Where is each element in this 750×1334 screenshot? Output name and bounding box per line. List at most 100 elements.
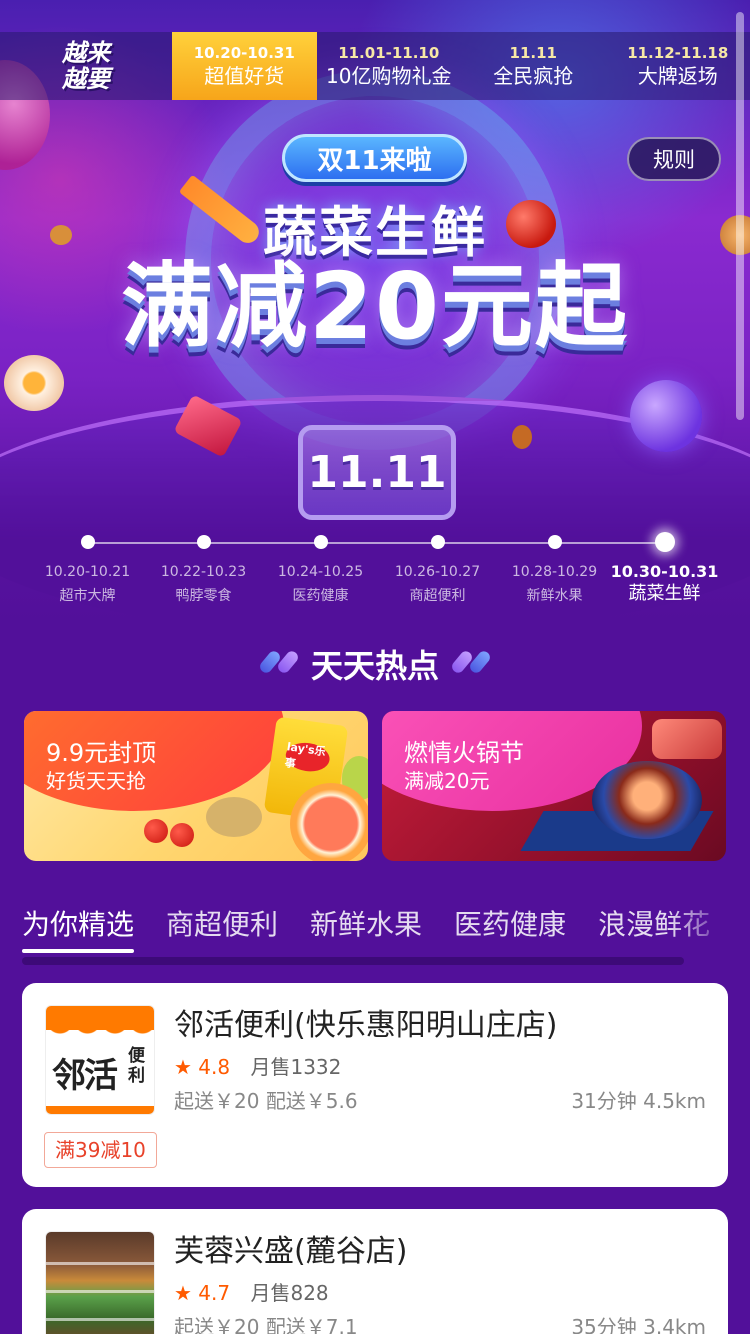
timeline-name: 新鲜水果: [526, 588, 583, 604]
delivery-fee: 配送￥7.1: [265, 1315, 358, 1334]
phase-tab-3[interactable]: 11.11 全民疯抢: [461, 32, 606, 100]
phase-name: 全民疯抢: [493, 64, 574, 88]
delivery-time: 31分钟: [571, 1089, 637, 1113]
timeline-item[interactable]: 10.26-10.27 商超便利: [375, 530, 500, 605]
purple-ball-decoration: [630, 380, 702, 452]
logo-text-side: 便利: [128, 1046, 145, 1086]
phase-tabs: 越来 越要 10.20-10.31 超值好货 11.01-11.10 10亿购物…: [0, 32, 750, 100]
phase-name: 10亿购物礼金: [326, 64, 452, 88]
phase-tab-1[interactable]: 10.20-10.31 超值好货: [172, 32, 317, 100]
timeline-item-active[interactable]: 10.30-10.31 蔬菜生鲜: [602, 530, 727, 603]
hot-section-header: 天天热点: [0, 640, 750, 688]
banner-headline: 满减20元起: [120, 253, 630, 360]
timeline-item[interactable]: 10.20-10.21 超市大牌: [25, 530, 150, 605]
timeline-date: 10.24-10.25: [277, 564, 364, 580]
promo-title: 燃情火锅节: [404, 739, 524, 767]
min-order: 起送￥20: [174, 1089, 260, 1113]
star-icon: ★: [174, 1281, 192, 1305]
timeline-dot: [654, 532, 675, 552]
potato-image: [206, 797, 262, 837]
grapefruit-image: [290, 783, 368, 861]
hotpot-image: [592, 761, 702, 839]
timeline-date: 10.20-10.21: [44, 564, 131, 580]
campaign-logo: 越来 越要: [0, 32, 172, 100]
delivery-time: 35分钟: [571, 1315, 637, 1334]
hot-section-title: 天天热点: [310, 647, 439, 685]
timeline-name: 医药健康: [292, 588, 349, 604]
promo-subtitle: 满减20元: [404, 769, 490, 793]
store-photo: [45, 1231, 155, 1334]
store-logo: 邻活 便利: [45, 1005, 155, 1115]
store-name: 邻活便利(快乐惠阳明山庄店): [174, 1008, 558, 1043]
logo-text: 邻活: [52, 1056, 118, 1096]
store-delivery-info: 31分钟 4.5km: [571, 1087, 706, 1115]
store-fees: 起送￥20 配送￥5.6: [174, 1087, 358, 1115]
logo-bottom-bar: [46, 1106, 154, 1114]
timeline-dot: [80, 535, 95, 549]
shelf-line: [46, 1318, 154, 1321]
campaign-logo-line1: 越来: [62, 38, 110, 67]
store-name: 芙蓉兴盛(麓谷店): [174, 1234, 408, 1269]
discount-tag: 满39减10: [44, 1132, 157, 1168]
store-rating: ★ 4.8 月售1332: [174, 1053, 341, 1081]
min-order: 起送￥20: [174, 1315, 260, 1334]
egg-decoration: [4, 355, 64, 411]
event-banner[interactable]: 越来 越要 10.20-10.31 超值好货 11.01-11.10 10亿购物…: [0, 0, 750, 625]
timeline-name: 超市大牌: [59, 588, 116, 604]
star-icon: ★: [174, 1055, 192, 1079]
phase-tab-2[interactable]: 11.01-11.10 10亿购物礼金: [317, 32, 462, 100]
timeline: 10.20-10.21 超市大牌 10.22-10.23 鸭脖零食 10.24-…: [0, 530, 750, 615]
store-card[interactable]: 芙蓉兴盛(麓谷店) ★ 4.7 月售828 起送￥20 配送￥7.1 35分钟 …: [22, 1209, 728, 1334]
promo-card-hotpot[interactable]: 燃情火锅节 满减20元: [382, 711, 726, 861]
capsule-icon: [257, 648, 301, 678]
tab-supermarket[interactable]: 商超便利: [166, 905, 278, 955]
timeline-item[interactable]: 10.22-10.23 鸭脖零食: [141, 530, 266, 605]
gift-box-logo: 11.11: [298, 425, 456, 520]
timeline-dot: [430, 535, 445, 549]
tab-fruit[interactable]: 新鲜水果: [310, 905, 422, 955]
shelf-line: [46, 1262, 154, 1265]
chips-brand-label: lay's乐事: [284, 740, 332, 775]
monthly-sales: 月售1332: [250, 1055, 342, 1079]
tabs-scroll-track: [22, 957, 684, 965]
timeline-name: 商超便利: [409, 588, 466, 604]
monthly-sales: 月售828: [250, 1281, 329, 1305]
timeline-name: 蔬菜生鲜: [628, 583, 701, 604]
shelf-line: [46, 1290, 154, 1293]
phase-name: 超值好货: [204, 64, 285, 88]
tab-for-you[interactable]: 为你精选: [22, 905, 135, 955]
store-delivery-info: 35分钟 3.4km: [571, 1313, 706, 1334]
rating-score: 4.8: [198, 1055, 231, 1079]
phase-date: 11.01-11.10: [338, 44, 440, 62]
phase-tab-4[interactable]: 11.12-11.18 大牌返场: [606, 32, 750, 100]
logo-scallops: [46, 1020, 154, 1038]
timeline-date: 10.22-10.23: [160, 564, 247, 580]
campaign-logo-line2: 越要: [62, 64, 110, 93]
phase-name: 大牌返场: [637, 64, 718, 88]
capsule-icon: [449, 648, 493, 678]
rules-button[interactable]: 规则: [627, 137, 721, 181]
category-tabs: 为你精选 商超便利 新鲜水果 医药健康 浪漫鲜花: [22, 905, 728, 963]
tab-medicine[interactable]: 医药健康: [454, 905, 566, 955]
tomato-image: [170, 823, 194, 847]
delivery-fee: 配送￥5.6: [265, 1089, 358, 1113]
store-fees: 起送￥20 配送￥7.1: [174, 1313, 358, 1334]
phase-date: 11.11: [509, 44, 557, 62]
event-badge: 双11来啦: [282, 134, 467, 182]
timeline-item[interactable]: 10.28-10.29 新鲜水果: [492, 530, 617, 605]
distance: 3.4km: [643, 1315, 706, 1334]
page-scrollbar[interactable]: [736, 12, 744, 420]
promo-card-9-9[interactable]: lay's乐事 9.9元封顶 好货天天抢: [24, 711, 368, 861]
timeline-dot: [547, 535, 562, 549]
timeline-dot: [196, 535, 211, 549]
timeline-date: 10.30-10.31: [610, 562, 719, 581]
tomato-image: [144, 819, 168, 843]
store-rating: ★ 4.7 月售828: [174, 1279, 329, 1307]
promo-subtitle: 好货天天抢: [46, 769, 146, 793]
timeline-item[interactable]: 10.24-10.25 医药健康: [258, 530, 383, 605]
rating-score: 4.7: [198, 1281, 231, 1305]
timeline-name: 鸭脖零食: [175, 588, 232, 604]
tabs-fade: [670, 905, 730, 955]
store-card[interactable]: 邻活 便利 邻活便利(快乐惠阳明山庄店) ★ 4.8 月售1332 起送￥20 …: [22, 983, 728, 1187]
phase-date: 11.12-11.18: [627, 44, 729, 62]
